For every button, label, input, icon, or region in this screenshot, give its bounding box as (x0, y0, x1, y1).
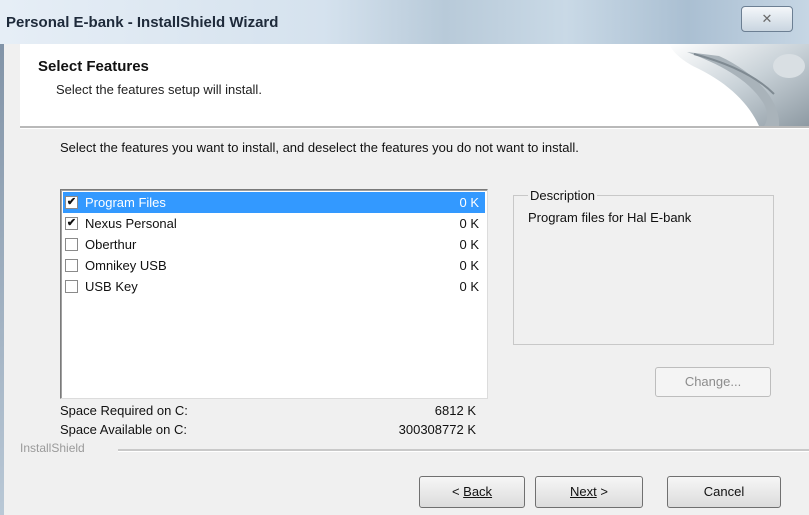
description-title: Description (528, 188, 598, 203)
next-button-label: Next (570, 484, 597, 499)
checkbox-unchecked-icon[interactable] (65, 280, 78, 293)
feature-label: Omnikey USB (85, 258, 167, 273)
feature-size: 0 K (459, 195, 479, 210)
space-required-value: 6812 K (434, 403, 476, 418)
space-available-label: Space Available on C: (60, 422, 187, 437)
feature-size: 0 K (459, 216, 479, 231)
feature-label: Oberthur (85, 237, 137, 252)
feature-row-oberthur[interactable]: Oberthur 0 K (63, 234, 485, 255)
checkbox-unchecked-icon[interactable] (65, 238, 78, 251)
instruction-text: Select the features you want to install,… (60, 140, 579, 155)
description-group: Description Program files for Hal E-bank (513, 188, 774, 345)
feature-row-program-files[interactable]: ✔ Program Files 0 K (63, 192, 485, 213)
feature-row-usb-key[interactable]: USB Key 0 K (63, 276, 485, 297)
back-button-label: Back (463, 484, 493, 499)
window-title: Personal E-bank - InstallShield Wizard (6, 14, 279, 31)
checkbox-checked-icon[interactable]: ✔ (65, 196, 78, 209)
close-icon: ✕ (761, 11, 773, 26)
back-button[interactable]: < Back (419, 476, 525, 508)
space-required-row: Space Required on C: 6812 K (60, 403, 476, 418)
feature-row-omnikey-usb[interactable]: Omnikey USB 0 K (63, 255, 485, 276)
feature-label: USB Key (85, 279, 138, 294)
feature-size: 0 K (459, 279, 479, 294)
header-separator (20, 126, 809, 129)
checkbox-unchecked-icon[interactable] (65, 259, 78, 272)
close-button[interactable]: ✕ (741, 6, 793, 32)
feature-label: Program Files (85, 195, 166, 210)
checkbox-checked-icon[interactable]: ✔ (65, 217, 78, 230)
installshield-brand: InstallShield (20, 441, 89, 455)
feature-label: Nexus Personal (85, 216, 177, 231)
brand-separator (118, 449, 809, 452)
next-button[interactable]: Next > (535, 476, 643, 508)
page-subtitle: Select the features setup will install. (56, 82, 262, 97)
change-button[interactable]: Change... (655, 367, 771, 397)
window-left-edge (0, 0, 4, 515)
feature-size: 0 K (459, 237, 479, 252)
title-bar[interactable]: Personal E-bank - InstallShield Wizard ✕ (0, 0, 809, 44)
feature-tree[interactable]: ✔ Program Files 0 K ✔ Nexus Personal 0 K… (60, 189, 488, 399)
wizard-header: Select Features Select the features setu… (20, 44, 809, 126)
feature-row-nexus-personal[interactable]: ✔ Nexus Personal 0 K (63, 213, 485, 234)
installshield-art-icon (669, 44, 809, 126)
space-available-value: 300308772 K (398, 422, 476, 437)
space-available-row: Space Available on C: 300308772 K (60, 422, 476, 437)
cancel-button[interactable]: Cancel (667, 476, 781, 508)
description-text: Program files for Hal E-bank (528, 210, 692, 225)
page-title: Select Features (38, 58, 149, 75)
space-required-label: Space Required on C: (60, 403, 188, 418)
feature-size: 0 K (459, 258, 479, 273)
